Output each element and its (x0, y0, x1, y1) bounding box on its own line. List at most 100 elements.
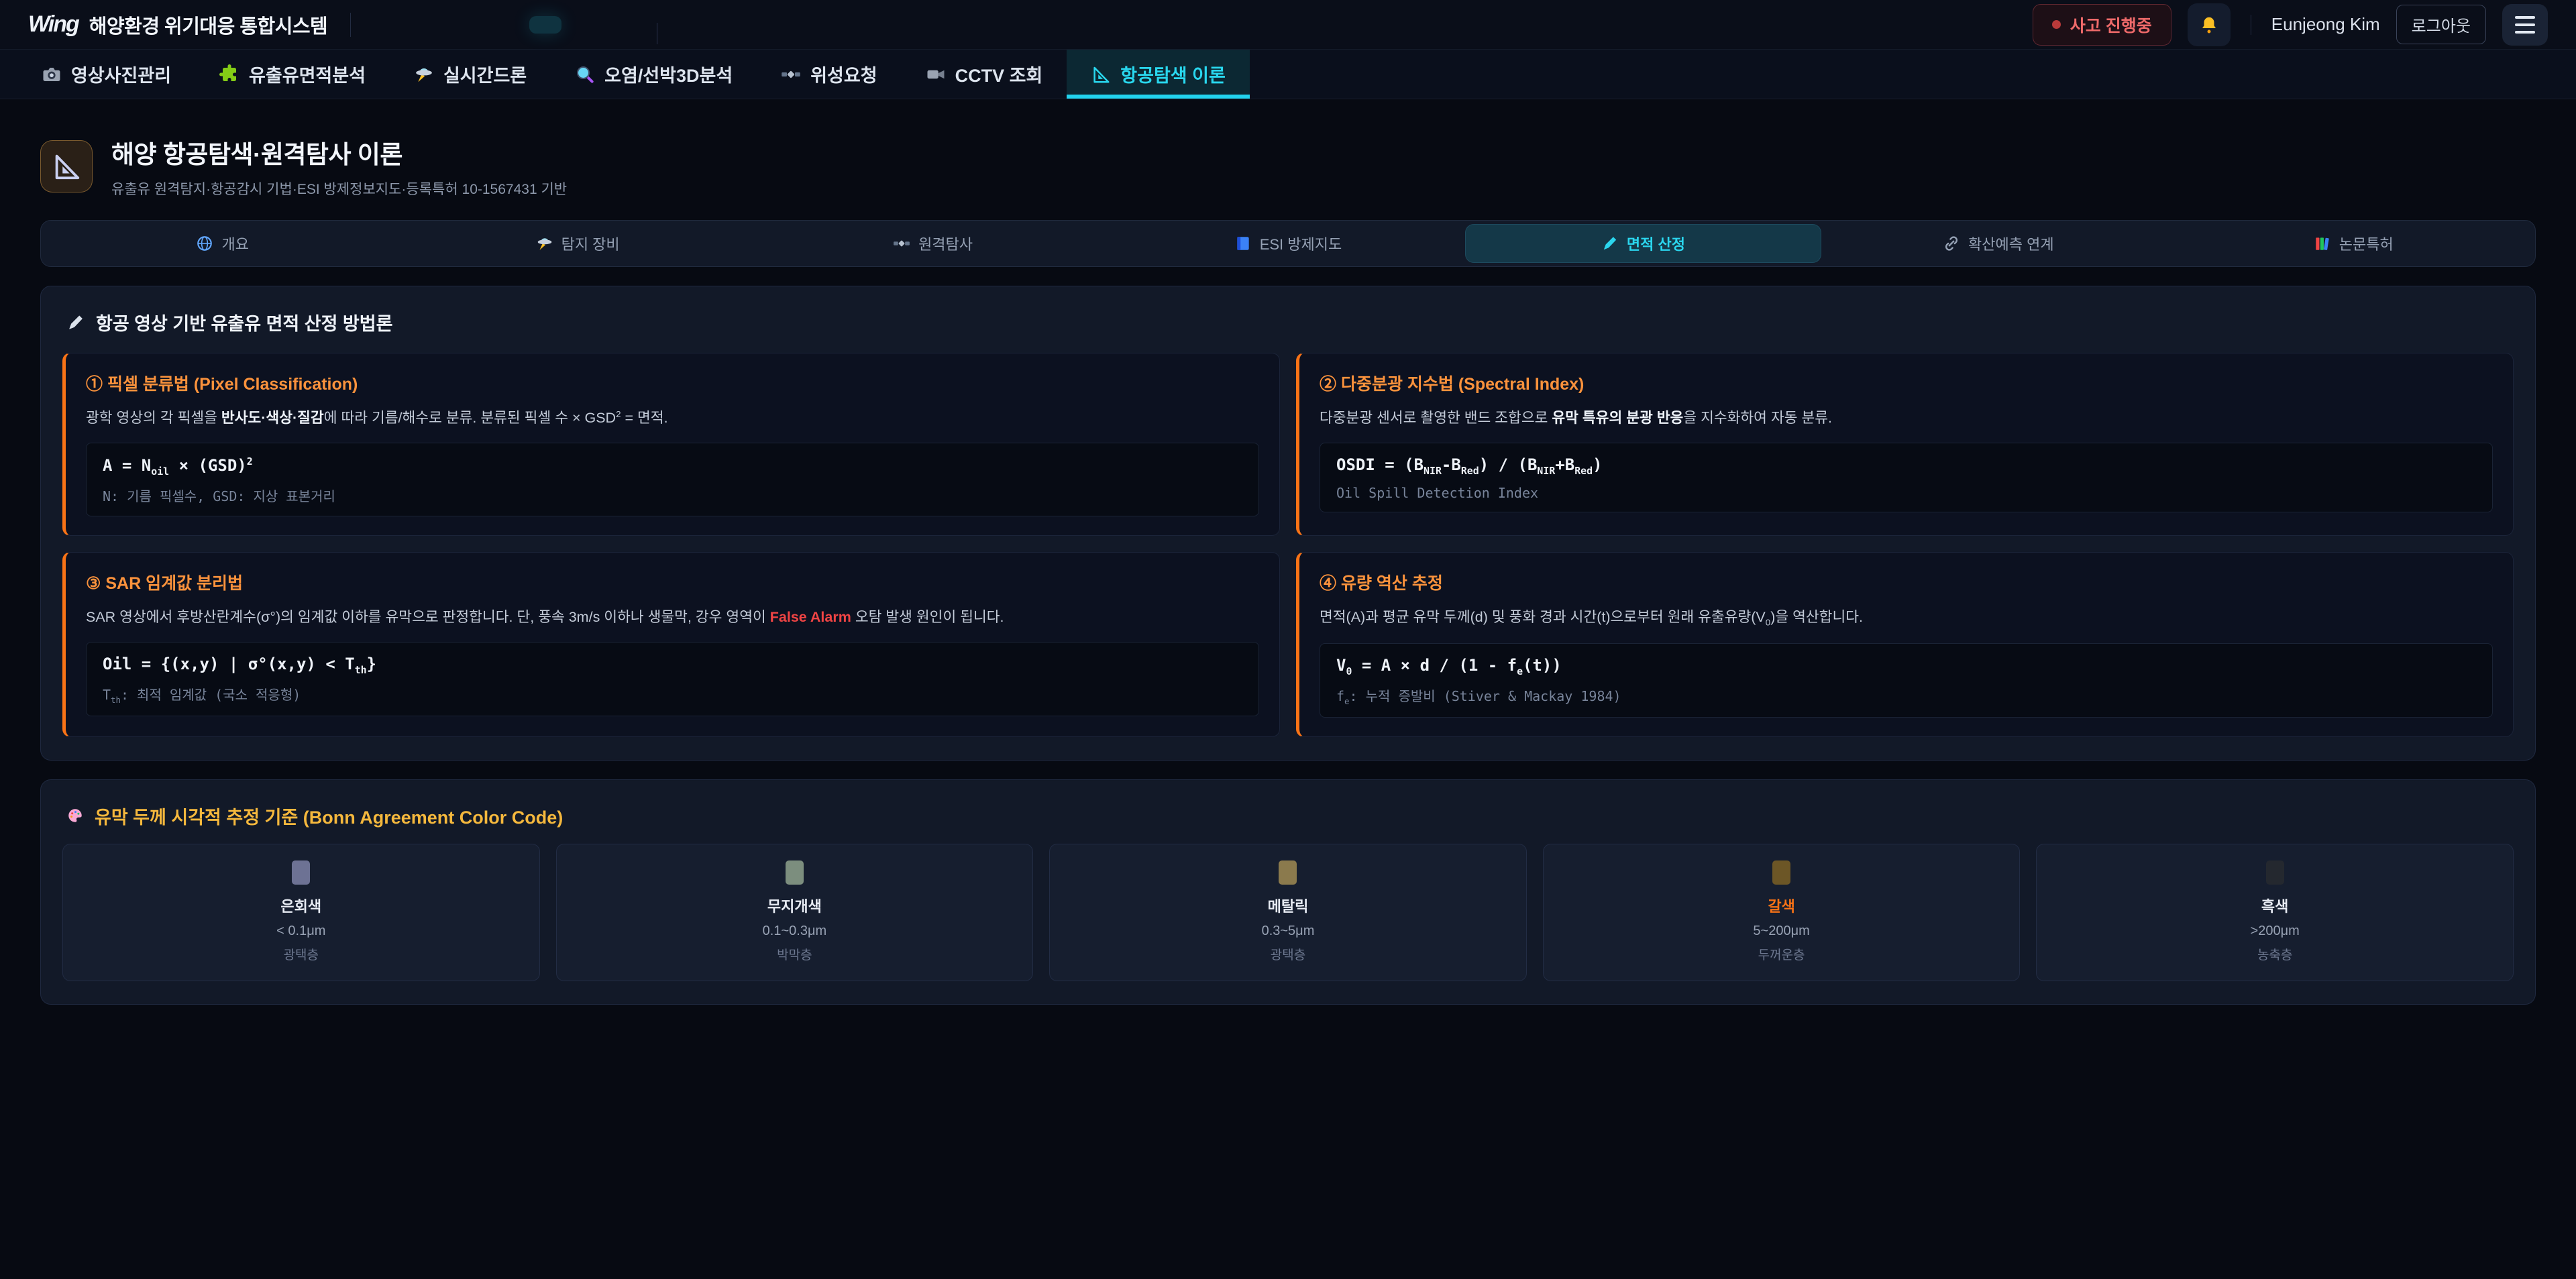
theory-tab[interactable]: 확산예측 연계 (1821, 225, 2176, 262)
thickness-card: 은회색 < 0.1μm 광택층 (62, 844, 540, 981)
divider (350, 13, 351, 37)
thickness-card: 무지개색 0.1~0.3μm 박막층 (556, 844, 1034, 981)
page-icon-box (40, 140, 93, 192)
color-swatch (2266, 860, 2284, 885)
thickness-range: 5~200μm (1550, 924, 2013, 939)
nav-item[interactable] (568, 16, 600, 34)
thickness-range: 0.1~0.3μm (564, 924, 1026, 939)
bell-icon (2199, 15, 2219, 35)
page-subtitle: 유출유 원격탐지·항공감시 기법·ESI 방제정보지도·등록특허 10-1567… (111, 178, 567, 199)
subnav-tab[interactable]: 오염/선박3D분석 (551, 50, 757, 99)
theory-tab[interactable]: 탐지 장비 (400, 225, 755, 262)
tab-label: 위성요청 (810, 61, 877, 87)
formula-box: A = Noil × (GSD)2 N: 기름 픽셀수, GSD: 지상 표본거… (86, 443, 1259, 516)
color-name: 메탈릭 (1057, 895, 1519, 916)
menu-button[interactable] (2502, 4, 2548, 46)
logo-mark: Wing (28, 11, 78, 38)
tab-label: 확산예측 연계 (1968, 233, 2054, 254)
color-swatch (292, 860, 310, 885)
formula-box: OSDI = (BNIR-BRed) / (BNIR+BRed) Oil Spi… (1320, 443, 2493, 512)
color-name: 흑색 (2043, 895, 2506, 916)
bonn-cards: 은회색 < 0.1μm 광택층 무지개색 0.1~0.3μm 박막층 메탈릭 0… (62, 844, 2514, 981)
subnav-tab[interactable]: 위성요청 (757, 50, 901, 99)
tab-icon (536, 235, 553, 252)
layer-label: 두꺼운층 (1550, 945, 2013, 963)
color-swatch (1279, 860, 1297, 885)
subnav-tab[interactable]: 실시간드론 (390, 50, 551, 99)
pencil-icon (66, 313, 85, 332)
tab-icon (926, 64, 946, 85)
methods-heading: 항공 영상 기반 유출유 면적 산정 방법론 (66, 309, 2514, 335)
main-nav (374, 16, 701, 34)
tab-icon (893, 235, 910, 252)
tab-icon (1234, 235, 1252, 252)
subnav-tab[interactable]: 유출유면적분석 (195, 50, 390, 99)
thickness-range: < 0.1μm (70, 924, 533, 939)
tab-icon (42, 64, 62, 85)
bonn-heading-text: 유막 두께 시각적 추정 기준 (Bonn Agreement Color Co… (95, 803, 563, 829)
formula: Oil = {(x,y) | σ°(x,y) < Tth} (103, 655, 1242, 676)
method-title: ④ 유량 역산 추정 (1320, 570, 2493, 594)
main-content: 해양 항공탐색·원격탐사 이론 유출유 원격탐지·항공감시 기법·ESI 방제정… (0, 134, 2576, 1005)
subnav-tab[interactable]: CCTV 조회 (902, 50, 1067, 99)
nav-item[interactable] (669, 16, 701, 34)
theory-tab[interactable]: ESI 방제지도 (1110, 225, 1465, 262)
nav-item[interactable] (413, 16, 445, 34)
tab-label: CCTV 조회 (955, 61, 1043, 87)
tab-label: 실시간드론 (443, 61, 527, 87)
user-name: Eunjeong Kim (2271, 14, 2380, 35)
method-description: 다중분광 센서로 촬영한 밴드 조합으로 유막 특유의 분광 반응을 지수화하여… (1320, 407, 2493, 429)
method-card: ② 다중분광 지수법 (Spectral Index) 다중분광 센서로 촬영한… (1296, 353, 2514, 536)
formula: A = Noil × (GSD)2 (103, 455, 1242, 478)
topbar-right: 사고 진행중 Eunjeong Kim 로그아웃 (2033, 3, 2548, 46)
incident-status-badge: 사고 진행중 (2033, 4, 2171, 46)
bonn-panel: 유막 두께 시각적 추정 기준 (Bonn Agreement Color Co… (40, 779, 2536, 1005)
thickness-card: 메탈릭 0.3~5μm 광택층 (1049, 844, 1527, 981)
subnav-tab[interactable]: 항공탐색 이론 (1067, 50, 1250, 99)
palette-icon (66, 807, 84, 824)
tab-icon (414, 64, 434, 85)
layer-label: 광택층 (1057, 945, 1519, 963)
formula-box: V0 = A × d / (1 - fe(t)) fe: 누적 증발비 (Sti… (1320, 643, 2493, 718)
color-swatch (786, 860, 804, 885)
theory-tab[interactable]: 논문특허 (2176, 225, 2531, 262)
thickness-range: >200μm (2043, 924, 2506, 939)
method-description: 광학 영상의 각 픽셀을 반사도·색상·질감에 따라 기름/해수로 분류. 분류… (86, 407, 1259, 429)
nav-item[interactable] (607, 16, 639, 34)
formula: V0 = A × d / (1 - fe(t)) (1336, 656, 2476, 677)
theory-tab[interactable]: 원격탐사 (755, 225, 1110, 262)
tab-label: 논문특허 (2339, 233, 2394, 254)
layer-label: 농축층 (2043, 945, 2506, 963)
method-card: ③ SAR 임계값 분리법 SAR 영상에서 후방산란계수(σ°)의 임계값 이… (62, 552, 1280, 737)
tab-label: 항공탐색 이론 (1120, 61, 1226, 87)
method-description: 면적(A)과 평균 유막 두께(d) 및 풍화 경과 시간(t)으로부터 원래 … (1320, 606, 2493, 630)
theory-tabs: 개요 탐지 장비 원격탐사 ESI 방제지도 면적 산정 확산예측 연계 논문특… (40, 220, 2536, 267)
tab-icon (1091, 64, 1111, 85)
notifications-button[interactable] (2188, 3, 2231, 46)
page-header: 해양 항공탐색·원격탐사 이론 유출유 원격탐지·항공감시 기법·ESI 방제정… (40, 134, 2536, 199)
nav-item[interactable] (529, 16, 561, 34)
subnav-tab[interactable]: 영상사진관리 (17, 50, 195, 99)
theory-tab[interactable]: 개요 (45, 225, 400, 262)
thickness-card: 흑색 >200μm 농축층 (2036, 844, 2514, 981)
formula-caption: Tth: 최적 임계값 (국소 적응형) (103, 684, 1242, 705)
tab-icon (781, 64, 801, 85)
incident-status-label: 사고 진행중 (2070, 13, 2152, 37)
color-name: 갈색 (1550, 895, 2013, 916)
nav-item[interactable] (451, 16, 484, 34)
formula: OSDI = (BNIR-BRed) / (BNIR+BRed) (1336, 455, 2476, 477)
nav-item[interactable] (490, 16, 523, 34)
tab-label: 오염/선박3D분석 (604, 61, 733, 87)
theory-tab[interactable]: 면적 산정 (1466, 225, 1821, 262)
tab-icon (2314, 235, 2331, 252)
nav-item[interactable] (374, 16, 406, 34)
method-title: ① 픽셀 분류법 (Pixel Classification) (86, 371, 1259, 395)
page-title: 해양 항공탐색·원격탐사 이론 (111, 134, 567, 170)
logout-button[interactable]: 로그아웃 (2396, 5, 2486, 44)
app-logo: Wing 해양환경 위기대응 통합시스템 (28, 11, 327, 39)
bonn-heading: 유막 두께 시각적 추정 기준 (Bonn Agreement Color Co… (66, 803, 2514, 829)
methods-panel: 항공 영상 기반 유출유 면적 산정 방법론 ① 픽셀 분류법 (Pixel C… (40, 286, 2536, 761)
thickness-card: 갈색 5~200μm 두꺼운층 (1543, 844, 2021, 981)
set-square-icon (51, 151, 82, 182)
color-swatch (1772, 860, 1790, 885)
